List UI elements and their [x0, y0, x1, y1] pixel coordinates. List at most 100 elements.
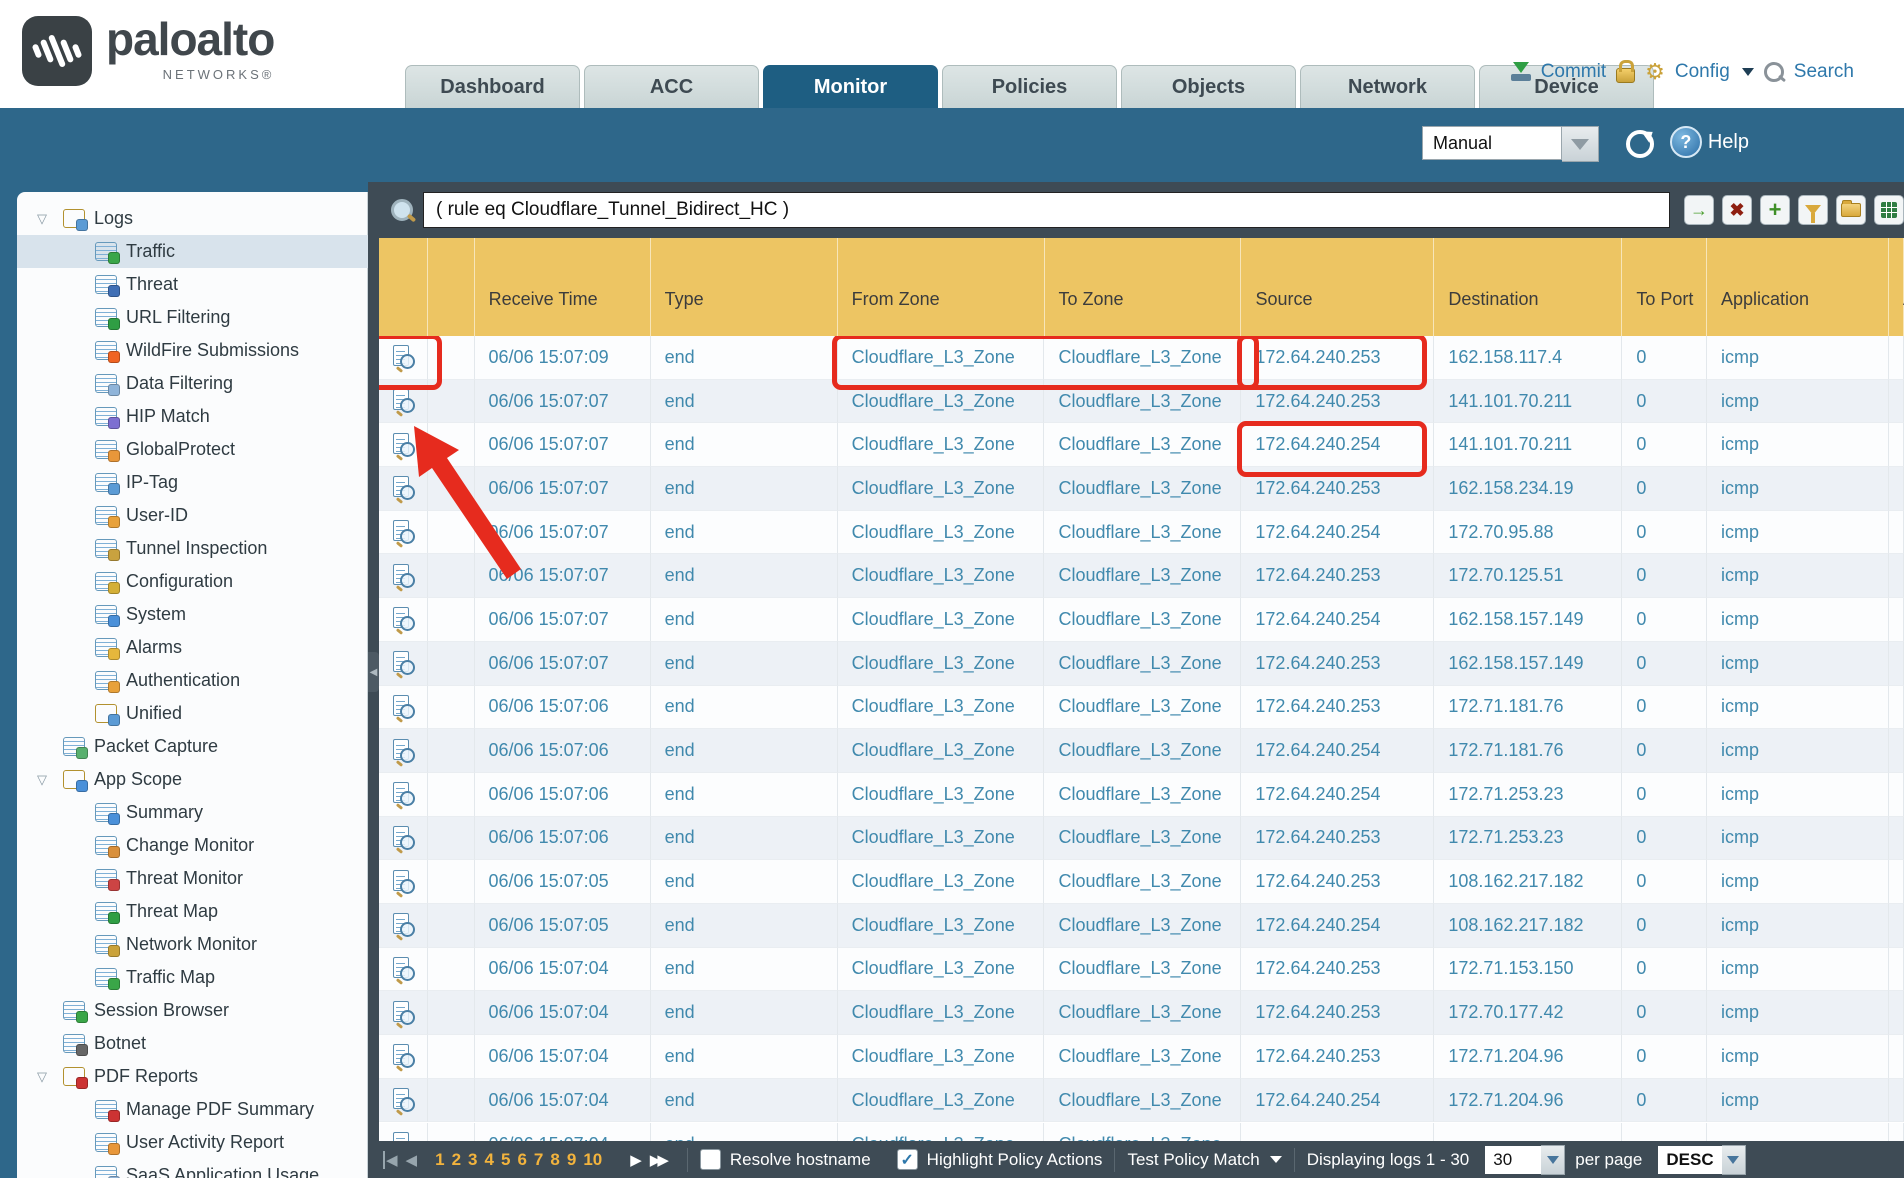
cell-to-port[interactable]: 0 — [1622, 423, 1707, 467]
sidebar-item-wildfire-submissions[interactable]: WildFire Submissions — [17, 334, 368, 367]
cell-type[interactable]: end — [651, 511, 838, 555]
cell-application[interactable]: icmp — [1707, 554, 1889, 598]
column-header-type[interactable]: Type — [651, 238, 838, 336]
cell-from-zone[interactable]: Cloudflare_L3_Zone — [838, 729, 1045, 773]
column-header-to-port[interactable]: To Port — [1622, 238, 1707, 336]
cell-from-zone[interactable]: Cloudflare_L3_Zone — [838, 686, 1045, 730]
cell-to-zone[interactable]: Cloudflare_L3_Zone — [1044, 380, 1241, 424]
cell-source[interactable]: 172.64.240.254 — [1241, 773, 1434, 817]
column-header-destination[interactable]: Destination — [1434, 238, 1622, 336]
tab-monitor[interactable]: Monitor — [763, 65, 938, 108]
log-detail-icon[interactable] — [379, 1123, 428, 1141]
cell-source[interactable]: 172.64.240.253 — [1241, 467, 1434, 511]
cell-a[interactable]: a — [1889, 423, 1904, 467]
cell-a[interactable]: a — [1889, 904, 1904, 948]
cell-to-port[interactable]: 0 — [1622, 642, 1707, 686]
cell-type[interactable]: end — [651, 467, 838, 511]
cell-a[interactable]: a — [1889, 686, 1904, 730]
cell-application[interactable]: icmp — [1707, 991, 1889, 1035]
sort-order-value[interactable]: DESC — [1658, 1146, 1721, 1174]
cell-to-port[interactable]: 0 — [1622, 554, 1707, 598]
log-detail-icon[interactable] — [379, 380, 428, 424]
cell-to-zone[interactable]: Cloudflare_L3_Zone — [1044, 598, 1241, 642]
cell-from-zone[interactable]: Cloudflare_L3_Zone — [838, 860, 1045, 904]
last-page-icon[interactable]: ▶▶ — [650, 1151, 665, 1169]
cell-destination[interactable]: 172.71.181.76 — [1434, 729, 1622, 773]
sidebar-item-threat-map[interactable]: Threat Map — [17, 895, 368, 928]
column-header-receive-time[interactable]: Receive Time — [475, 238, 651, 336]
cell-to-port[interactable]: 0 — [1622, 467, 1707, 511]
sidebar-item-threat-monitor[interactable]: Threat Monitor — [17, 862, 368, 895]
cell-to-zone[interactable]: Cloudflare_L3_Zone — [1044, 948, 1241, 992]
cell-destination[interactable]: 172.71.253.23 — [1434, 773, 1622, 817]
highlight-policy-checkbox[interactable]: ✓ — [897, 1149, 918, 1170]
cell-application[interactable]: icmp — [1707, 686, 1889, 730]
cell-source[interactable]: 172.64.240.254 — [1241, 423, 1434, 467]
sidebar-item-user-activity-report[interactable]: User Activity Report — [17, 1126, 368, 1159]
sidebar-item-saas-application-usage[interactable]: SaaS Application Usage — [17, 1159, 368, 1178]
help-icon[interactable]: ? — [1670, 126, 1702, 158]
per-page-value[interactable]: 30 — [1485, 1146, 1541, 1174]
cell-type[interactable]: end — [651, 1035, 838, 1079]
cell-type[interactable]: end — [651, 642, 838, 686]
sidebar-item-change-monitor[interactable]: Change Monitor — [17, 829, 368, 862]
cell-application[interactable]: icmp — [1707, 817, 1889, 861]
tab-network[interactable]: Network — [1300, 65, 1475, 108]
first-page-icon[interactable]: ◀ — [383, 1151, 398, 1169]
sidebar-item-globalprotect[interactable]: GlobalProtect — [17, 433, 368, 466]
add-filter-icon[interactable]: + — [1760, 195, 1790, 225]
cell-receive-time[interactable]: 06/06 15:07:07 — [475, 598, 651, 642]
cell-receive-time[interactable]: 06/06 15:07:07 — [475, 511, 651, 555]
cell-from-zone[interactable]: Cloudflare_L3_Zone — [838, 904, 1045, 948]
sidebar-item-traffic-map[interactable]: Traffic Map — [17, 961, 368, 994]
cell-from-zone[interactable]: Cloudflare_L3_Zone — [838, 642, 1045, 686]
cell-type[interactable]: end — [651, 598, 838, 642]
cell-a[interactable]: a — [1889, 511, 1904, 555]
sidebar-item-pdf-reports[interactable]: ▽PDF Reports — [17, 1060, 368, 1093]
cell-from-zone[interactable]: Cloudflare_L3_Zone — [838, 554, 1045, 598]
cell-receive-time[interactable]: 06/06 15:07:07 — [475, 467, 651, 511]
cell-destination[interactable]: 162.158.117.4 — [1434, 336, 1622, 380]
cell-application[interactable]: icmp — [1707, 336, 1889, 380]
cell-receive-time[interactable]: 06/06 15:07:07 — [475, 642, 651, 686]
sidebar-item-hip-match[interactable]: HIP Match — [17, 400, 368, 433]
cell-to-port[interactable]: 0 — [1622, 817, 1707, 861]
cell-source[interactable]: 172.64.240.254 — [1241, 729, 1434, 773]
cell-a[interactable]: a — [1889, 729, 1904, 773]
cell-receive-time[interactable]: 06/06 15:07:06 — [475, 686, 651, 730]
cell-from-zone[interactable]: Cloudflare_L3_Zone — [838, 467, 1045, 511]
cell-a[interactable]: a — [1889, 336, 1904, 380]
log-detail-icon[interactable] — [379, 948, 428, 992]
page-number-3[interactable]: 3 — [468, 1150, 477, 1170]
cell-to-port[interactable]: 0 — [1622, 729, 1707, 773]
cell-from-zone[interactable]: Cloudflare_L3_Zone — [838, 598, 1045, 642]
log-detail-icon[interactable] — [379, 642, 428, 686]
per-page-caret[interactable] — [1541, 1145, 1565, 1175]
page-number-6[interactable]: 6 — [517, 1150, 526, 1170]
log-detail-icon[interactable] — [379, 860, 428, 904]
cell-application[interactable]: icmp — [1707, 1079, 1889, 1123]
cell-type[interactable]: end — [651, 1123, 838, 1141]
apply-filter-icon[interactable]: → — [1684, 195, 1714, 225]
next-page-icon[interactable]: ▶ — [630, 1151, 642, 1169]
resolve-hostname-checkbox[interactable] — [700, 1149, 721, 1170]
cell-destination[interactable]: 172.71.153.150 — [1434, 948, 1622, 992]
commit-button[interactable]: Commit — [1541, 61, 1606, 83]
cell-source[interactable] — [1241, 1123, 1434, 1141]
column-header-a[interactable]: A — [1889, 238, 1904, 336]
cell-application[interactable]: icmp — [1707, 773, 1889, 817]
cell-receive-time[interactable]: 06/06 15:07:07 — [475, 380, 651, 424]
sidebar-item-packet-capture[interactable]: Packet Capture — [17, 730, 368, 763]
cell-type[interactable]: end — [651, 817, 838, 861]
refresh-mode-caret[interactable] — [1562, 126, 1599, 162]
cell-receive-time[interactable]: 06/06 15:07:04 — [475, 1035, 651, 1079]
cell-source[interactable]: 172.64.240.253 — [1241, 1035, 1434, 1079]
log-detail-icon[interactable] — [379, 904, 428, 948]
cell-to-port[interactable]: 0 — [1622, 1079, 1707, 1123]
cell-receive-time[interactable]: 06/06 15:07:05 — [475, 904, 651, 948]
lock-icon[interactable] — [1616, 68, 1635, 83]
cell-receive-time[interactable]: 06/06 15:07:04 — [475, 991, 651, 1035]
cell-application[interactable]: icmp — [1707, 642, 1889, 686]
cell-to-zone[interactable]: Cloudflare_L3_Zone — [1044, 1123, 1241, 1141]
sidebar-item-botnet[interactable]: Botnet — [17, 1027, 368, 1060]
